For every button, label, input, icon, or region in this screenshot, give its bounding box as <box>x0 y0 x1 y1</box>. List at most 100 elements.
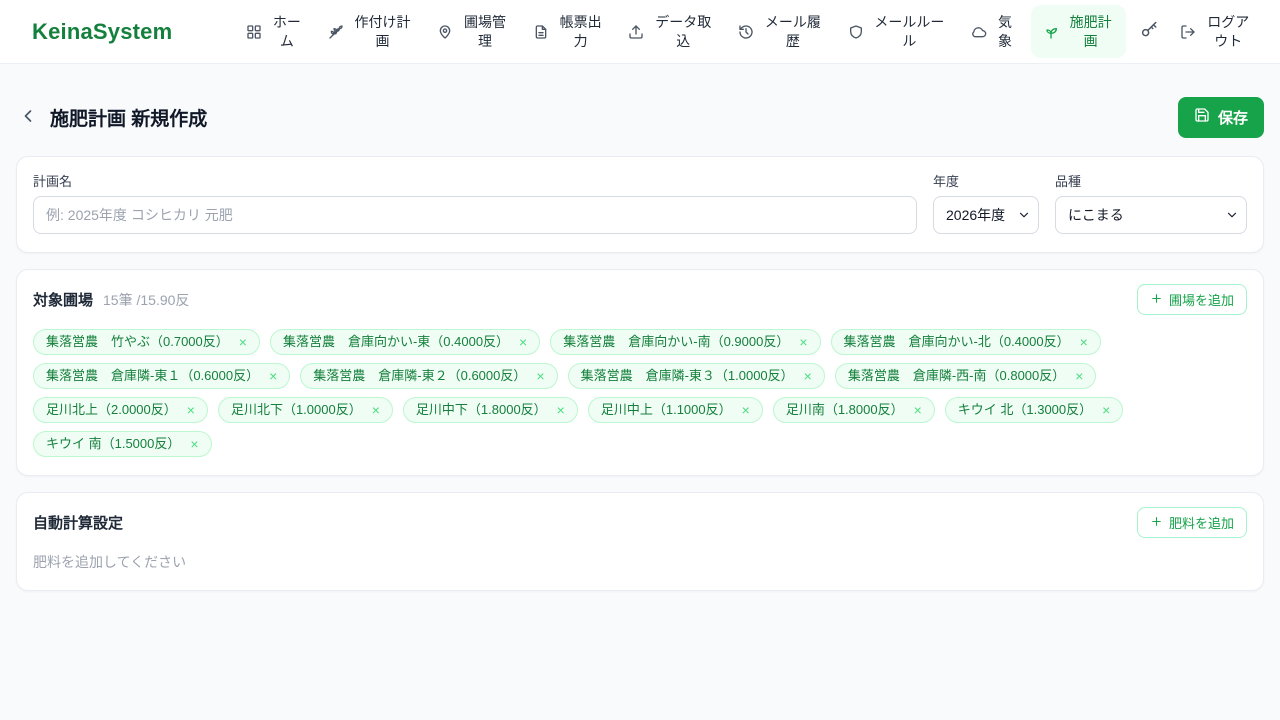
field-tag: 集落営農 倉庫向かい-南（0.9000反） × <box>550 329 821 355</box>
add-fertilizer-button-label: 肥料を追加 <box>1168 516 1234 531</box>
main-nav: ホーム 作付け計画 圃場管理 帳票出力 データ取込 メール履歴 メールルール 気… <box>238 5 1260 58</box>
nav-item-label: データ取込 <box>655 14 712 49</box>
field-tag: 集落営農 倉庫隣-東１（0.6000反） × <box>33 363 291 389</box>
nav-item[interactable]: 施肥計画 <box>1030 5 1127 58</box>
field-tag: キウイ 北（1.3000反） × <box>944 397 1124 423</box>
upload-icon <box>628 24 644 40</box>
auto-calc-title: 自動計算設定 <box>33 515 124 532</box>
auto-calc-header: 自動計算設定 肥料を追加 <box>33 507 1247 538</box>
nav-item-label: 施肥計画 <box>1069 14 1112 49</box>
history-icon <box>738 24 754 40</box>
cloud-icon <box>971 24 987 40</box>
key-button[interactable] <box>1134 15 1164 48</box>
field-tag: 集落営農 竹やぶ（0.7000反） × <box>33 329 260 355</box>
save-button-label: 保存 <box>1217 109 1248 127</box>
wheat-icon <box>328 24 344 40</box>
nav-item-label: メールルール <box>874 14 945 49</box>
nav-item[interactable]: 気象 <box>963 7 1023 55</box>
field-tag-label: 足川中下（1.8000反） <box>415 402 547 417</box>
field-tag-label: キウイ 南（1.5000反） <box>46 436 181 451</box>
logout-button[interactable]: ログアウト <box>1172 7 1260 55</box>
tag-remove-icon[interactable]: × <box>914 403 922 417</box>
plan-name-group: 計画名 <box>33 171 917 234</box>
field-tag: 集落営農 倉庫向かい-東（0.4000反） × <box>269 329 541 355</box>
plus-icon <box>1150 292 1163 308</box>
nav-item[interactable]: データ取込 <box>620 7 722 55</box>
tag-remove-icon[interactable]: × <box>519 335 527 349</box>
target-fields-header: 対象圃場 15筆 /15.90反 圃場を追加 <box>33 284 1247 315</box>
field-tag-label: 足川北上（2.0000反） <box>46 402 177 417</box>
nav-item-label: 圃場管理 <box>464 14 507 49</box>
tag-remove-icon[interactable]: × <box>1075 369 1083 383</box>
variety-group: 品種 にこまる <box>1055 171 1247 234</box>
tag-remove-icon[interactable]: × <box>742 403 750 417</box>
tag-remove-icon[interactable]: × <box>269 369 277 383</box>
plus-icon <box>1150 515 1163 531</box>
tag-remove-icon[interactable]: × <box>372 403 380 417</box>
plan-name-input[interactable] <box>33 196 917 234</box>
save-button[interactable]: 保存 <box>1177 96 1264 138</box>
field-tag-label: キウイ 北（1.3000反） <box>957 402 1093 417</box>
logout-label: ログアウト <box>1207 14 1250 49</box>
document-icon <box>533 24 549 40</box>
map-pin-icon <box>437 24 453 40</box>
add-fertilizer-button[interactable]: 肥料を追加 <box>1136 507 1247 538</box>
target-fields-summary: 15筆 /15.90反 <box>103 291 190 308</box>
add-field-button[interactable]: 圃場を追加 <box>1136 284 1247 315</box>
field-tag-label: 集落営農 倉庫隣-西-南（0.8000反） <box>847 368 1066 383</box>
tag-remove-icon[interactable]: × <box>1102 403 1110 417</box>
app-header: KeinaSystem ホーム 作付け計画 圃場管理 帳票出力 データ取込 メー… <box>0 0 1280 64</box>
nav-item[interactable]: 作付け計画 <box>320 7 422 55</box>
nav-item[interactable]: 圃場管理 <box>429 7 517 55</box>
field-tag-label: 集落営農 竹やぶ（0.7000反） <box>46 334 229 349</box>
nav-item[interactable]: ホーム <box>238 7 312 55</box>
variety-label: 品種 <box>1055 174 1082 189</box>
field-tag: 足川北上（2.0000反） × <box>33 397 208 423</box>
field-tag-list: 集落営農 竹やぶ（0.7000反） × 集落営農 倉庫向かい-東（0.4000反… <box>33 329 1247 457</box>
field-tag: 足川南（1.8000反） × <box>772 397 935 423</box>
tag-remove-icon[interactable]: × <box>799 335 807 349</box>
app-logo: KeinaSystem <box>32 18 173 44</box>
nav-item[interactable]: メールルール <box>840 7 956 55</box>
chevron-left-icon <box>18 106 38 129</box>
target-fields-title: 対象圃場 <box>33 292 94 309</box>
field-tag: 足川中下（1.8000反） × <box>402 397 578 423</box>
back-button[interactable] <box>16 104 40 131</box>
variety-select[interactable]: にこまる <box>1055 196 1247 234</box>
year-select[interactable]: 2026年度 <box>933 196 1039 234</box>
field-tag-label: 足川南（1.8000反） <box>785 402 904 417</box>
nav-item-label: 気象 <box>998 14 1013 49</box>
nav-item-label: 帳票出力 <box>559 14 602 49</box>
auto-calc-empty-text: 肥料を追加してください <box>33 554 187 570</box>
logout-icon <box>1180 24 1196 40</box>
field-tag-label: 集落営農 倉庫向かい-東（0.4000反） <box>282 334 510 349</box>
tag-remove-icon[interactable]: × <box>536 369 544 383</box>
field-tag-label: 足川北下（1.0000反） <box>230 402 362 417</box>
nav-item-label: 作付け計画 <box>354 14 411 49</box>
auto-calc-card: 自動計算設定 肥料を追加 肥料を追加してください <box>16 492 1264 591</box>
field-tag: 足川北下（1.0000反） × <box>217 397 393 423</box>
field-tag: 集落営農 倉庫隣-西-南（0.8000反） × <box>834 363 1097 389</box>
nav-item[interactable]: メール履歴 <box>730 7 832 55</box>
year-label: 年度 <box>933 174 960 189</box>
plan-name-label: 計画名 <box>33 174 73 189</box>
main-content: 施肥計画 新規作成 保存 計画名 年度 2026年度 品種 にこまる <box>0 96 1280 591</box>
page-title: 施肥計画 新規作成 <box>50 108 208 130</box>
page-title-row: 施肥計画 新規作成 保存 <box>16 96 1264 138</box>
nav-item[interactable]: 帳票出力 <box>525 7 613 55</box>
add-field-button-label: 圃場を追加 <box>1168 293 1234 308</box>
tag-remove-icon[interactable]: × <box>187 403 195 417</box>
plan-form-card: 計画名 年度 2026年度 品種 にこまる <box>16 156 1264 253</box>
field-tag: 集落営農 倉庫隣-東２（0.6000反） × <box>300 363 558 389</box>
tag-remove-icon[interactable]: × <box>190 437 198 451</box>
tag-remove-icon[interactable]: × <box>239 335 247 349</box>
field-tag: 足川中上（1.1000反） × <box>587 397 763 423</box>
year-group: 年度 2026年度 <box>933 171 1039 234</box>
field-tag-label: 足川中上（1.1000反） <box>600 402 732 417</box>
field-tag: 集落営農 倉庫向かい-北（0.4000反） × <box>830 329 1101 355</box>
tag-remove-icon[interactable]: × <box>1080 335 1088 349</box>
field-tag-label: 集落営農 倉庫向かい-南（0.9000反） <box>563 334 790 349</box>
tag-remove-icon[interactable]: × <box>804 369 812 383</box>
save-icon <box>1194 107 1210 127</box>
tag-remove-icon[interactable]: × <box>557 403 565 417</box>
